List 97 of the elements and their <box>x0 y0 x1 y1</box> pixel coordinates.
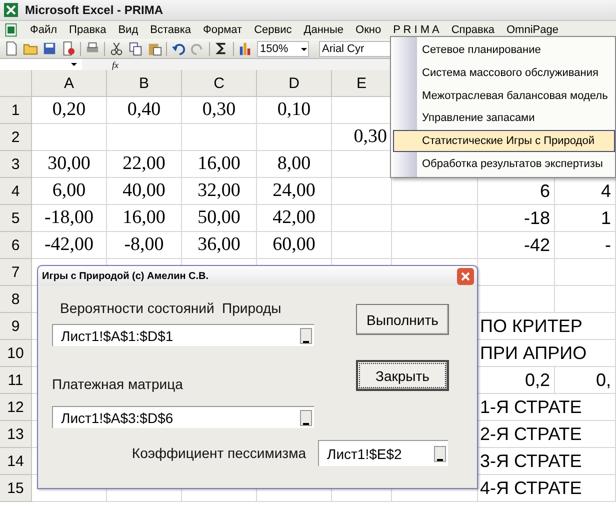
zoom-field[interactable]: 150% <box>257 40 309 56</box>
table-cell: 0,10 <box>257 97 332 124</box>
menu-option[interactable]: Статистические Игры с Природой <box>393 130 615 152</box>
table-cell: 8,00 <box>257 151 332 178</box>
row-header[interactable]: 9 <box>0 313 32 340</box>
table-cell: 40,00 <box>107 178 182 205</box>
field-label: Вероятности состояний Природы <box>60 300 282 316</box>
row-header[interactable]: 2 <box>0 124 32 151</box>
menu-option[interactable]: Система массового обслуживания <box>393 62 615 84</box>
column-header[interactable]: B <box>107 70 182 97</box>
table-cell: 16,00 <box>182 151 257 178</box>
table-cell: -18 <box>478 205 555 232</box>
table-cell: 0,40 <box>107 97 182 124</box>
table-cell <box>332 205 392 232</box>
field-label: Коэффициент пессимизма <box>132 445 306 461</box>
table-cell: 32,00 <box>182 178 257 205</box>
menu-item[interactable]: Окно <box>356 24 382 36</box>
row-header[interactable]: 13 <box>0 421 32 448</box>
close-button[interactable] <box>457 268 474 284</box>
dash-icon <box>437 456 443 460</box>
row-header[interactable]: 1 <box>0 97 32 124</box>
row-header[interactable]: 3 <box>0 151 32 178</box>
row-header[interactable]: 7 <box>0 259 32 286</box>
table-cell: -18,00 <box>32 205 107 232</box>
row-header[interactable]: 12 <box>0 394 32 421</box>
table-cell <box>332 178 392 205</box>
table-cell: 30,00 <box>32 151 107 178</box>
menu-item[interactable]: P R I M A <box>393 24 440 36</box>
field-label: Платежная матрица <box>52 376 184 392</box>
dropdown-arrow-icon[interactable] <box>70 60 78 68</box>
paste-icon[interactable] <box>147 41 162 56</box>
table-cell: 22,00 <box>107 151 182 178</box>
menu-item[interactable]: Вставка <box>150 24 192 36</box>
undo-icon[interactable] <box>171 41 186 56</box>
column-header[interactable]: C <box>182 70 257 97</box>
menu-item[interactable]: Данные <box>304 24 344 36</box>
table-cell: -8,00 <box>107 232 182 259</box>
range-field[interactable]: Лист1!$A$1:$D$1 <box>52 324 314 346</box>
table-cell: 0,30 <box>182 97 257 124</box>
document-icon[interactable] <box>4 23 18 37</box>
range-select-button[interactable] <box>300 328 312 344</box>
dash-icon <box>303 338 309 342</box>
row-header[interactable]: 6 <box>0 232 32 259</box>
table-cell: 24,00 <box>257 178 332 205</box>
table-cell: 1 <box>555 205 616 232</box>
save-icon[interactable] <box>42 41 57 56</box>
table-cell: 0, <box>555 367 616 394</box>
row-header[interactable]: 8 <box>0 286 32 313</box>
table-cell: 50,00 <box>182 205 257 232</box>
table-cell: 4-Я СТРАТЕ <box>478 475 616 502</box>
table-cell: - <box>555 232 616 259</box>
table-cell: 36,00 <box>182 232 257 259</box>
column-header[interactable]: E <box>332 70 392 97</box>
dialog-title: Игры с Природой (c) Амелин С.В. <box>42 270 209 282</box>
row-header[interactable]: 5 <box>0 205 32 232</box>
permission-icon[interactable] <box>61 41 76 56</box>
menu-option[interactable]: Межотраслевая балансовая модель <box>393 84 615 107</box>
menu-item[interactable]: Справка <box>451 24 494 36</box>
range-field[interactable]: Лист1!$A$3:$D$6 <box>52 406 314 428</box>
table-cell <box>555 286 616 313</box>
menu-item[interactable]: Правка <box>69 24 106 36</box>
excel-logo-icon <box>3 2 19 18</box>
table-cell: -42,00 <box>32 232 107 259</box>
table-cell: -42 <box>478 232 555 259</box>
table-cell: 0,20 <box>32 97 107 124</box>
menu-option[interactable]: Обработка результатов экспертизы <box>393 152 615 175</box>
column-header[interactable]: A <box>32 70 107 97</box>
table-cell: 16,00 <box>107 205 182 232</box>
menu-item[interactable]: Формат <box>203 24 242 36</box>
new-file-icon[interactable] <box>4 41 19 56</box>
column-header[interactable]: D <box>257 70 332 97</box>
dialog-button[interactable]: Закрыть <box>356 360 449 391</box>
range-field[interactable]: Лист1!$E$2 <box>318 440 448 466</box>
table-cell: 42,00 <box>257 205 332 232</box>
range-select-button[interactable] <box>300 410 312 426</box>
row-header[interactable]: 4 <box>0 178 32 205</box>
menu-item[interactable]: Файл <box>30 24 58 36</box>
range-select-button[interactable] <box>434 446 446 462</box>
dash-icon <box>303 420 309 424</box>
menu-item[interactable]: OmniPage <box>506 24 558 36</box>
table-cell: 6,00 <box>32 178 107 205</box>
row-header[interactable]: 14 <box>0 448 32 475</box>
chart-icon[interactable] <box>238 41 253 56</box>
cut-icon[interactable] <box>109 41 124 56</box>
row-header[interactable]: 11 <box>0 367 32 394</box>
menu-option[interactable]: Управление запасами <box>393 107 615 130</box>
window-title: Microsoft Excel - PRIMA <box>25 3 164 17</box>
table-cell <box>555 259 616 286</box>
dialog-button[interactable]: Выполнить <box>356 304 449 335</box>
menu-item[interactable]: Сервис <box>254 24 292 36</box>
copy-icon[interactable] <box>128 41 143 56</box>
table-cell: 60,00 <box>257 232 332 259</box>
menu-item[interactable]: Вид <box>118 24 138 36</box>
row-header[interactable]: 10 <box>0 340 32 367</box>
function-button[interactable]: fx <box>112 60 118 70</box>
close-icon <box>460 270 471 282</box>
row-header[interactable]: 15 <box>0 475 32 502</box>
